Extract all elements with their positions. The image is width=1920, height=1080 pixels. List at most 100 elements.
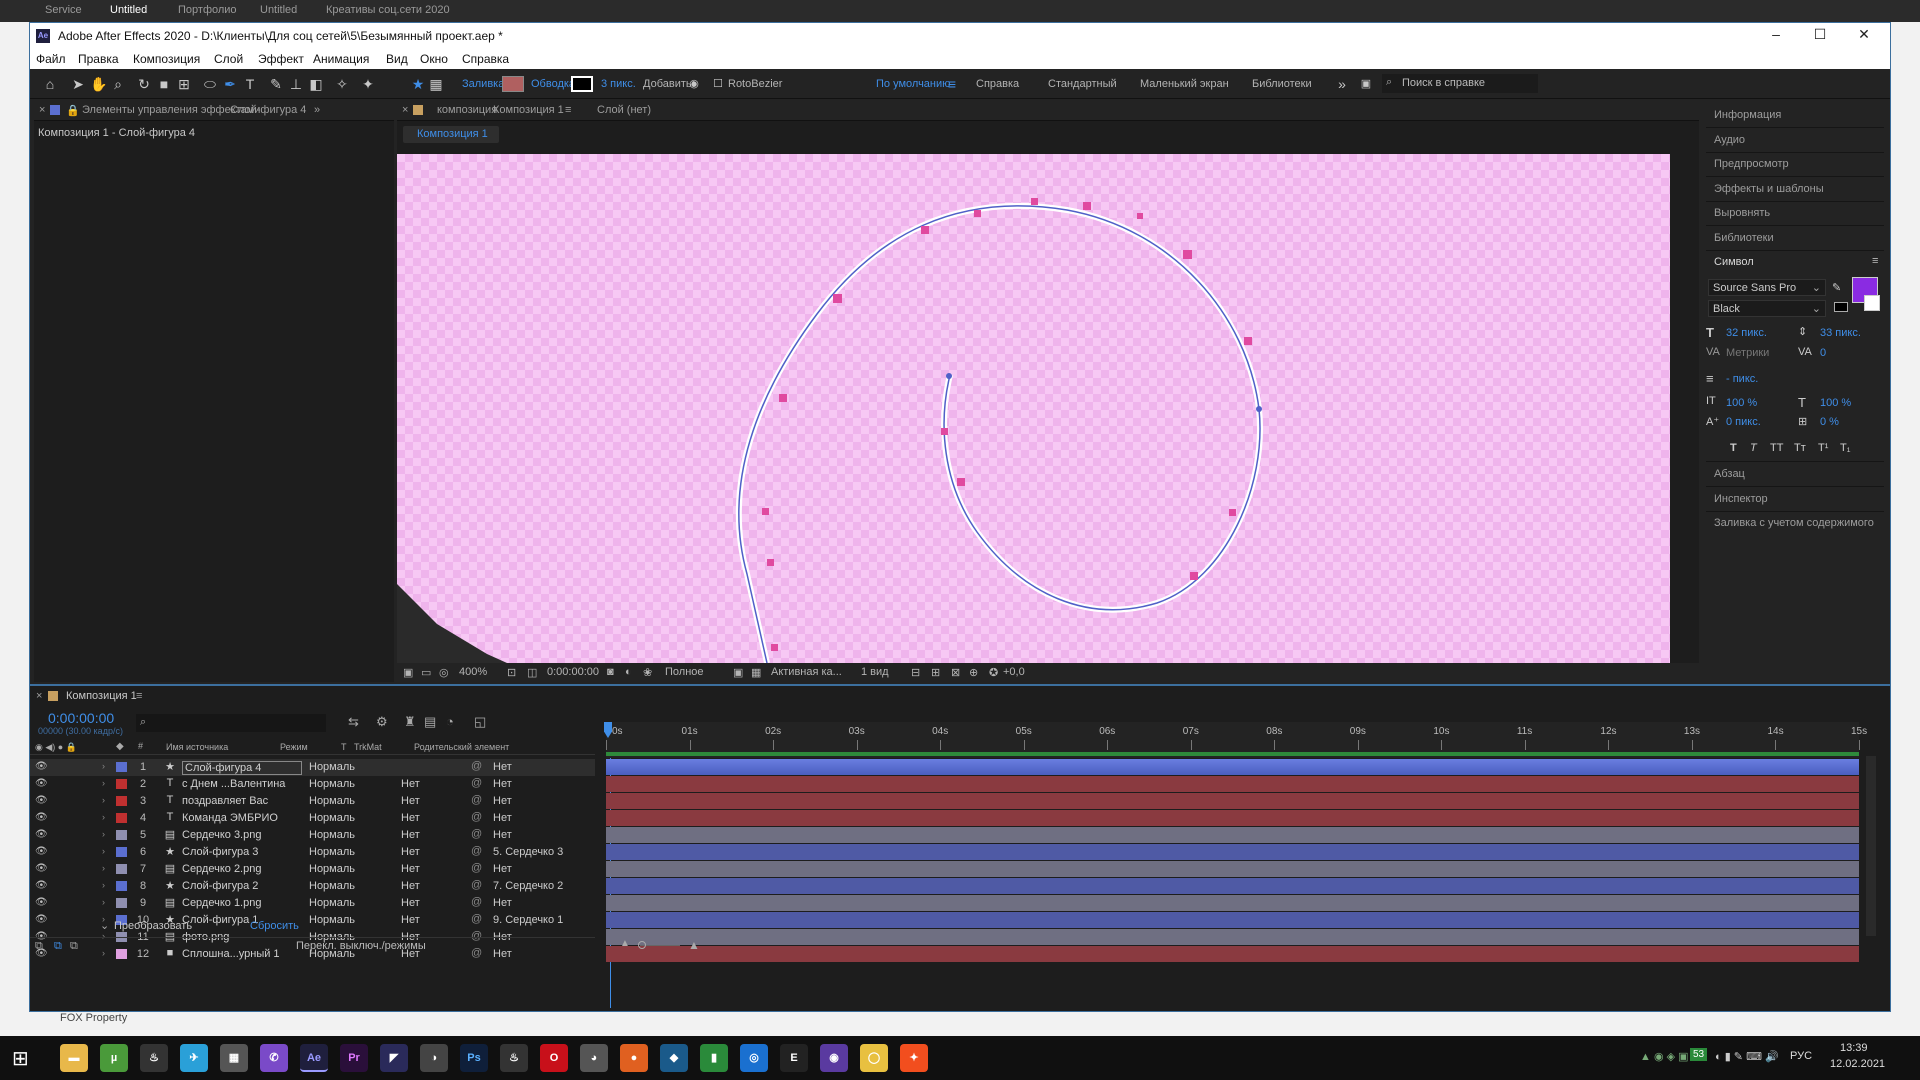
- after-effects-taskbar-icon[interactable]: Ae: [300, 1044, 328, 1072]
- menu-help[interactable]: Справка: [462, 52, 509, 66]
- chevron-right-icon[interactable]: ›: [102, 880, 105, 890]
- layer-label-color[interactable]: [116, 847, 127, 857]
- zoom-tool-icon[interactable]: ⌕: [110, 76, 126, 92]
- exposure-value[interactable]: +0,0: [1003, 666, 1025, 678]
- layout-icon[interactable]: ▣: [1358, 76, 1374, 92]
- layer-duration-bar[interactable]: [606, 759, 1859, 775]
- layer-trkmat-select[interactable]: Нет: [401, 795, 457, 807]
- eraser-tool-icon[interactable]: ◧: [308, 76, 324, 92]
- col-trkmat[interactable]: TrkMat: [354, 742, 382, 752]
- eye-icon[interactable]: 👁: [35, 846, 48, 857]
- stroke-swatch[interactable]: [571, 76, 593, 92]
- layer-row[interactable]: 👁 › 8 ★ Слой-фигура 2 Нормаль Нет @7. Сердечко …: [30, 878, 595, 895]
- panel-preview[interactable]: Предпросмотр: [1714, 158, 1789, 170]
- chevron-right-icon[interactable]: ›: [102, 795, 105, 805]
- layer-mode-select[interactable]: Нормаль: [309, 880, 365, 892]
- epic-games-icon[interactable]: E: [780, 1044, 808, 1072]
- workspace-help[interactable]: Справка: [976, 78, 1019, 90]
- layer-row[interactable]: 👁 › 6 ★ Слой-фигура 3 Нормаль Нет @5. Сердечко …: [30, 844, 595, 861]
- workspace-standard[interactable]: Стандартный: [1048, 78, 1117, 90]
- zoom-out-icon[interactable]: ▲: [620, 938, 630, 949]
- layer-parent-select[interactable]: Нет: [493, 829, 573, 841]
- effect-controls-layer[interactable]: Слой-фигура 4: [230, 104, 306, 116]
- parent-pickwhip-icon[interactable]: @: [471, 777, 482, 789]
- layer-row[interactable]: 👁 › 7 ▤ Сердечко 2.png Нормаль Нет @ Нет: [30, 861, 595, 878]
- menu-file[interactable]: Файл: [36, 52, 66, 66]
- parent-pickwhip-icon[interactable]: @: [471, 794, 482, 806]
- layer-name[interactable]: Сердечко 2.png: [182, 863, 302, 875]
- layer-mode-select[interactable]: Нормаль: [309, 863, 365, 875]
- chevron-right-icon[interactable]: ›: [102, 863, 105, 873]
- eye-icon[interactable]: 👁: [35, 897, 48, 908]
- layer-duration-bar[interactable]: [606, 827, 1859, 843]
- col-mode[interactable]: Режим: [280, 742, 308, 752]
- app-icon[interactable]: ◑: [420, 1044, 448, 1072]
- transform-reset-link[interactable]: Сбросить: [250, 920, 299, 932]
- layer-parent-select[interactable]: Нет: [493, 795, 573, 807]
- menu-window[interactable]: Окно: [420, 52, 448, 66]
- comp-mini-flowchart-icon[interactable]: ⇆: [348, 714, 359, 730]
- app-icon[interactable]: ◎: [740, 1044, 768, 1072]
- layer-duration-bar[interactable]: [606, 810, 1859, 826]
- premiere-taskbar-icon[interactable]: Pr: [340, 1044, 368, 1072]
- roto-brush-tool-icon[interactable]: ✧: [334, 76, 350, 92]
- horizontal-scale-value[interactable]: 100 %: [1820, 397, 1851, 409]
- faux-italic-button[interactable]: T: [1750, 442, 1757, 454]
- layer-label-color[interactable]: [116, 864, 127, 874]
- layer-label-color[interactable]: [116, 779, 127, 789]
- layer-label-color[interactable]: [116, 762, 127, 772]
- graph-editor-icon[interactable]: ◱: [474, 714, 486, 730]
- channel-icon[interactable]: ❀: [643, 666, 652, 679]
- panel-paragraph[interactable]: Абзац: [1714, 468, 1745, 480]
- utorrent-icon[interactable]: µ: [100, 1044, 128, 1072]
- time-ruler[interactable]: 0s 01s 02s 03s 04s 05s 06s 07s 08s 09s 10s 11s 12s 13…: [604, 722, 1867, 758]
- layer-duration-bar[interactable]: [606, 946, 1859, 962]
- current-time[interactable]: 0:00:00:00: [547, 666, 599, 678]
- input-language[interactable]: РУС: [1790, 1050, 1812, 1062]
- puppet-tool-icon[interactable]: ✦: [360, 76, 376, 92]
- workspace-small-screen[interactable]: Маленький экран: [1140, 78, 1229, 90]
- brush-tool-icon[interactable]: ✎: [268, 76, 284, 92]
- bg-tab[interactable]: Untitled: [110, 4, 147, 16]
- photoshop-taskbar-icon[interactable]: Ps: [460, 1044, 488, 1072]
- bg-tab[interactable]: Service: [45, 4, 82, 16]
- baseline-value[interactable]: 0 пикс.: [1726, 416, 1761, 428]
- path-start-point[interactable]: [946, 373, 952, 379]
- layer-trkmat-select[interactable]: Нет: [401, 880, 457, 892]
- stroke-color-swatch[interactable]: [1864, 295, 1880, 311]
- small-caps-button[interactable]: Tт: [1794, 442, 1806, 454]
- layer-duration-bar[interactable]: [606, 861, 1859, 877]
- layer-duration-bar[interactable]: [606, 912, 1859, 928]
- layer-duration-bar[interactable]: [606, 844, 1859, 860]
- playhead[interactable]: [604, 722, 612, 738]
- clone-stamp-tool-icon[interactable]: ⊥: [288, 76, 304, 92]
- windows-start-icon[interactable]: ⊞: [12, 1046, 29, 1071]
- fit-icon[interactable]: ⊡: [507, 666, 516, 679]
- fill-mode-icon[interactable]: ▦: [428, 76, 444, 92]
- character-menu-icon[interactable]: ≡: [1872, 255, 1878, 267]
- menu-effect[interactable]: Эффект: [258, 52, 304, 66]
- parent-pickwhip-icon[interactable]: @: [471, 896, 482, 908]
- panel-effects-presets[interactable]: Эффекты и шаблоны: [1714, 183, 1824, 195]
- col-parent[interactable]: Родительский элемент: [414, 742, 509, 752]
- zoom-thumb[interactable]: [638, 941, 646, 949]
- tracking-value[interactable]: 0: [1820, 347, 1826, 359]
- camera-tool-icon[interactable]: ■: [156, 76, 172, 92]
- subscript-button[interactable]: T₁: [1840, 442, 1850, 454]
- menu-view[interactable]: Вид: [386, 52, 408, 66]
- eye-icon[interactable]: 👁: [35, 863, 48, 874]
- layer-parent-select[interactable]: 5. Сердечко 3: [493, 846, 573, 858]
- workspace-default[interactable]: По умолчанию: [876, 78, 950, 90]
- timeline-icon[interactable]: ⊠: [951, 666, 960, 679]
- add-dropdown-icon[interactable]: ◉: [686, 76, 702, 92]
- layer-row[interactable]: 👁 › 5 ▤ Сердечко 3.png Нормаль Нет @ Нет: [30, 827, 595, 844]
- path-handle-point[interactable]: [1256, 406, 1262, 412]
- layer-row[interactable]: 👁 › 2 Tс Днем ...Валентина Нормаль Нет @ Нет: [30, 776, 595, 793]
- superscript-button[interactable]: T¹: [1818, 442, 1828, 454]
- roi-icon[interactable]: ▣: [733, 666, 743, 679]
- col-preserve-transparency[interactable]: T: [341, 742, 347, 752]
- eye-icon[interactable]: 👁: [35, 880, 48, 891]
- layer-label-color[interactable]: [116, 813, 127, 823]
- layer-duration-bar[interactable]: [606, 776, 1859, 792]
- opera-icon[interactable]: O: [540, 1044, 568, 1072]
